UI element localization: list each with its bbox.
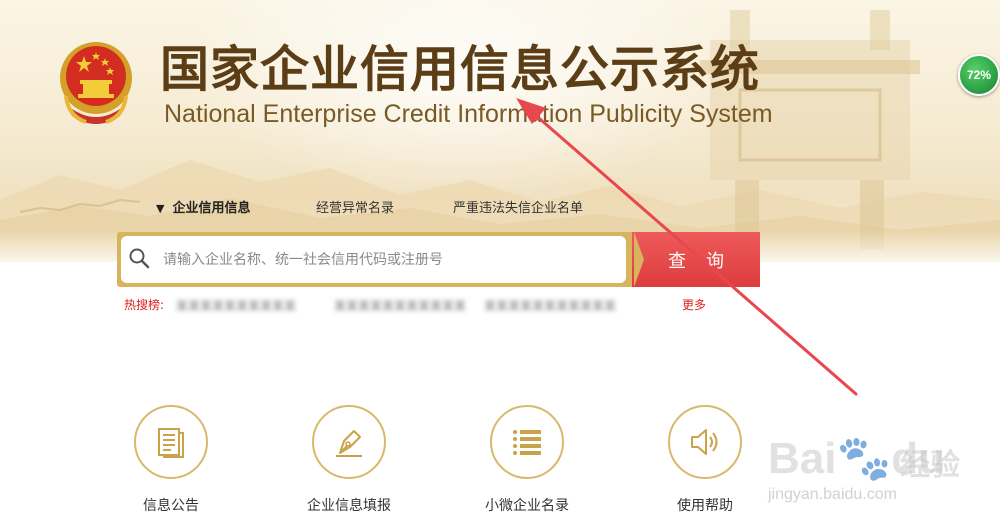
list-icon [513,430,541,455]
tab-enterprise-credit-info[interactable]: ▼ 企业信用信息 [156,199,250,219]
tab-label: 严重违法失信企业名单 [453,201,584,216]
hot-search-row: 热搜榜: 某某某某某某某某某某 某某某某某某某某某某某 某某某某某某某某某某某 … [124,296,724,314]
feature-label: 使用帮助 [677,498,733,514]
national-emblem-icon [60,42,132,124]
hot-search-item[interactable]: 某某某某某某某某某某 [176,297,296,315]
paw-icon: 🐾 [836,434,892,483]
watermark-url: jingyan.baidu.com [768,486,897,503]
feature-enterprise-info-reporting[interactable]: 企业信息填报 [274,405,424,515]
feature-micro-enterprise-list[interactable]: 小微企业名录 [452,405,602,515]
hot-search-label: 热搜榜: [124,298,165,312]
feature-info-announcement[interactable]: 信息公告 [96,405,246,515]
search-input[interactable] [121,236,626,283]
tab-abnormal-operations-list[interactable]: 经营异常名录 [316,199,394,219]
feature-usage-help[interactable]: 使用帮助 [630,405,780,515]
search-icon [129,248,150,269]
document-icon [158,428,184,458]
caret-down-icon: ▼ [156,202,165,215]
tab-label: 企业信用信息 [172,201,251,216]
search-category-tabs: ▼ 企业信用信息 经营异常名录 严重违法失信企业名单 [0,199,1000,221]
watermark-cn: 经验 [900,448,960,483]
page-title-english: National Enterprise Credit Information P… [164,100,773,128]
watermark-brand: Bai [768,434,837,483]
tab-serious-violations-list[interactable]: 严重违法失信企业名单 [453,199,583,219]
speaker-icon [691,429,718,455]
hot-search-item[interactable]: 某某某某某某某某某某某 [334,297,466,315]
feature-label: 企业信息填报 [307,498,391,514]
hot-search-item[interactable]: 某某某某某某某某某某某 [484,297,616,315]
tab-label: 经营异常名录 [316,201,395,216]
hot-search-more-link[interactable]: 更多 [682,296,706,314]
page-title-chinese: 国家企业信用信息公示系统 [160,41,761,98]
baidu-jingyan-watermark: Bai🐾du 经验 jingyan.baidu.com [768,420,1000,515]
progress-badge[interactable]: 72% [958,54,1000,96]
search-bar: 查询 [117,232,760,287]
feature-label: 信息公告 [143,498,199,514]
feature-label: 小微企业名录 [485,498,569,514]
search-button[interactable]: 查询 [632,232,760,287]
pen-icon [336,430,362,457]
